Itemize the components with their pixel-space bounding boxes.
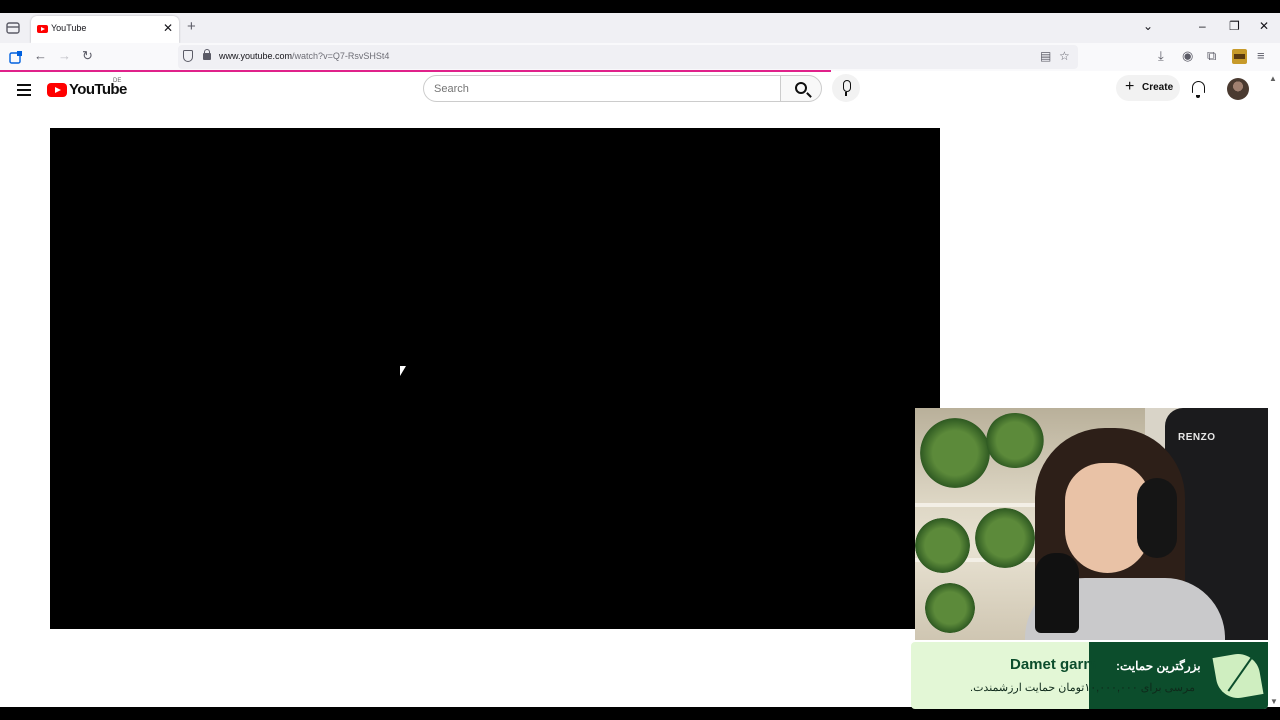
plant xyxy=(985,413,1045,468)
donor-name: Damet garm xyxy=(1010,656,1097,673)
plant xyxy=(975,508,1035,568)
account-icon[interactable]: ◉ xyxy=(1182,48,1193,64)
reload-icon[interactable]: ↻ xyxy=(82,48,93,64)
new-tab-button[interactable]: + xyxy=(187,18,196,35)
plant xyxy=(920,418,990,488)
url-text[interactable]: www.youtube.com/watch?v=Q7-RsvSHSt4 xyxy=(219,51,389,61)
banner-message: مرسی برای ۱۰,۰۰۰,۰۰۰تومان حمایت ارزشمندت… xyxy=(970,682,1195,694)
bookmark-star-icon[interactable]: ☆ xyxy=(1059,49,1070,63)
notifications-bell-icon[interactable] xyxy=(1192,81,1205,98)
video-player[interactable] xyxy=(50,128,940,629)
user-avatar[interactable] xyxy=(1227,78,1249,100)
sidebar-toggle-icon[interactable] xyxy=(9,50,23,64)
microphone xyxy=(1035,553,1079,633)
search-box[interactable] xyxy=(423,75,781,102)
plus-icon: + xyxy=(1125,78,1135,95)
create-button[interactable]: + Create xyxy=(1116,75,1180,101)
screen-frame: YouTube ✕ + ⌄ – ❐ ✕ ← → ↻ www.youtube.co… xyxy=(0,0,1280,720)
back-icon[interactable]: ← xyxy=(34,48,47,63)
tab-title: YouTube xyxy=(51,23,87,33)
youtube-favicon-icon xyxy=(37,25,48,33)
browser-tab-youtube[interactable]: YouTube ✕ xyxy=(31,16,179,43)
search-icon xyxy=(795,82,807,94)
headset xyxy=(1137,478,1177,558)
window-close-icon[interactable]: ✕ xyxy=(1259,19,1269,33)
youtube-play-logo-icon xyxy=(47,83,67,97)
create-label: Create xyxy=(1142,82,1174,93)
search-input[interactable] xyxy=(434,81,764,97)
downloads-icon[interactable]: ⤓ xyxy=(1158,48,1164,64)
extensions-icon[interactable]: ⧉ xyxy=(1207,48,1216,64)
minimize-icon[interactable]: – xyxy=(1199,19,1206,33)
lock-icon[interactable] xyxy=(203,49,211,60)
scrollbar-up-arrow-icon[interactable]: ▲ xyxy=(1269,74,1277,83)
plant xyxy=(925,583,975,633)
mouse-cursor-icon xyxy=(398,365,406,377)
plant xyxy=(915,518,970,573)
tracking-protection-shield-icon[interactable] xyxy=(183,50,193,62)
scrollbar-down-arrow-icon[interactable]: ▼ xyxy=(1270,697,1278,706)
chair-brand-text: RENZO xyxy=(1178,432,1216,443)
tab-overview-icon[interactable] xyxy=(5,20,21,36)
tab-close-icon[interactable]: ✕ xyxy=(163,21,173,35)
donation-alert-banner: Damet garm بزرگترین حمایت: مرسی برای ۱۰,… xyxy=(911,642,1268,709)
tab-strip: YouTube ✕ + ⌄ – ❐ ✕ xyxy=(0,13,1280,43)
webcam-overlay: RENZO xyxy=(915,408,1268,640)
reader-view-icon[interactable]: ▤ xyxy=(1040,49,1051,63)
address-bar[interactable]: www.youtube.com/watch?v=Q7-RsvSHSt4 ▤ ☆ xyxy=(178,45,1078,69)
navigation-toolbar: ← → ↻ www.youtube.com/watch?v=Q7-RsvSHSt… xyxy=(0,43,1280,71)
list-all-tabs-icon[interactable]: ⌄ xyxy=(1143,19,1153,33)
restore-icon[interactable]: ❐ xyxy=(1229,19,1240,33)
forward-icon[interactable]: → xyxy=(58,48,71,63)
banner-heading: بزرگترین حمایت: xyxy=(1116,659,1201,673)
vpn-extension-icon[interactable] xyxy=(1232,49,1247,64)
voice-search-mic-icon[interactable] xyxy=(832,74,860,102)
search-button[interactable] xyxy=(780,75,822,102)
app-menu-icon[interactable]: ≡ xyxy=(1257,48,1265,63)
country-code: DE xyxy=(113,78,122,84)
guide-menu-icon[interactable] xyxy=(17,84,31,96)
